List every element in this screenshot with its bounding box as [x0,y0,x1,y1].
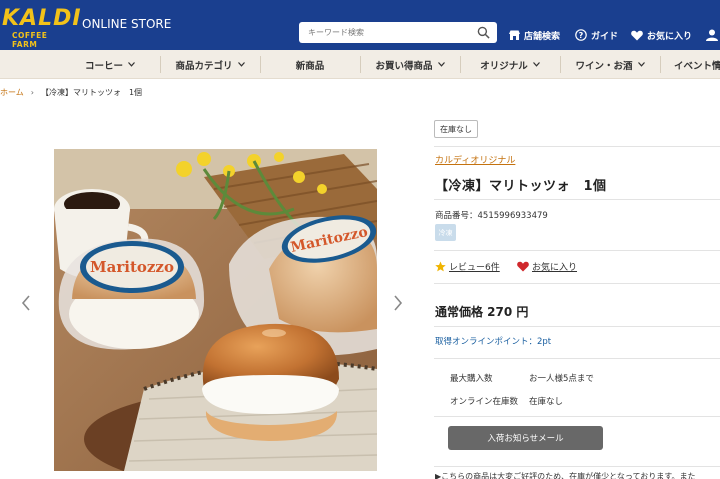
package-label-text: Maritozzo [90,258,174,276]
category-label: ワイン・お酒 [575,60,633,72]
category-wine[interactable]: ワイン・お酒 [560,50,660,79]
category-label: オリジナル [480,60,528,72]
divider [434,283,720,284]
heart-icon [517,261,529,272]
stock-status-badge: 在庫なし [434,120,478,138]
svg-text:?: ? [579,31,584,40]
product-note: ▶こちらの商品は大変ご好評のため、在庫が僅少となっております。また [435,472,696,479]
review-link[interactable]: レビュー6件 [435,260,500,273]
category-label: お買い得商品 [375,60,433,72]
divider [434,199,720,200]
product-price: 通常価格 270 円 [435,305,529,319]
divider [434,466,720,467]
breadcrumb-current: 【冷凍】マリトッツォ 1個 [40,88,143,97]
frozen-tag: 冷凍 [435,224,456,241]
divider [434,416,720,417]
store-label: ONLINE STORE [82,17,172,31]
category-label: コーヒー [84,60,123,72]
chevron-down-icon [437,62,445,67]
category-original[interactable]: オリジナル [460,50,560,79]
nav-favorites[interactable]: お気に入り [631,28,692,42]
restock-notify-button[interactable]: 入荷お知らせメール [448,426,603,450]
search-box [299,22,497,43]
category-label: イベント情 [674,60,720,72]
breadcrumb-home[interactable]: ホーム [0,87,24,98]
breadcrumb: ホーム › 【冷凍】マリトッツォ 1個 [0,87,142,98]
spec-value-online-stock: 在庫なし [529,397,564,407]
category-events[interactable]: イベント情 [660,50,720,79]
category-label: 商品カテゴリ [175,60,233,72]
nav-favorites-label: お気に入り [647,31,693,42]
product-image[interactable]: Maritozzo Maritozzo [54,149,377,471]
product-photo-illustration: Maritozzo Maritozzo [54,149,377,471]
chevron-down-icon [237,62,245,67]
favorite-label: お気に入り [532,263,578,273]
logo-subtext: COFFEE FARM [12,31,48,49]
category-nav: コーヒー 商品カテゴリ 新商品 お買い得商品 オリジナル ワイン・お酒 イベント… [0,50,720,79]
kaldi-logo[interactable]: KALDI COFFEE FARM [2,7,81,50]
nav-store-search[interactable]: 店舗検索 [509,28,560,42]
spec-label-online-stock: オンライン在庫数 [450,397,519,407]
search-icon[interactable] [477,26,490,39]
nav-guide[interactable]: ? ガイド [575,28,618,42]
chevron-down-icon [637,62,645,67]
divider [434,146,720,147]
category-label: 新商品 [295,60,325,72]
product-sku: 商品番号：4515996933479 [435,211,548,221]
breadcrumb-separator: › [30,88,34,97]
site-header: KALDI COFFEE FARM ONLINE STORE 店舗検索 ? ガイ… [0,0,720,50]
category-coffee[interactable]: コーヒー [60,50,160,79]
divider [434,250,720,251]
search-input[interactable] [308,25,468,40]
product-title: 【冷凍】マリトッツォ 1個 [435,179,607,194]
nav-guide-label: ガイド [591,31,619,42]
user-icon [706,29,718,41]
chevron-down-icon [128,62,135,67]
spec-value-max-purchase: お一人様5点まで [529,374,594,384]
store-icon [509,30,520,40]
divider [434,326,720,327]
heart-icon [631,30,643,40]
help-icon: ? [575,29,587,41]
nav-account[interactable] [706,28,720,42]
brand-link[interactable]: カルディオリジナル [435,153,515,166]
chevron-left-icon[interactable] [20,293,32,313]
favorite-link[interactable]: お気に入り [517,260,577,273]
chevron-down-icon [532,62,540,67]
category-products[interactable]: 商品カテゴリ [160,50,260,79]
divider [434,358,720,359]
star-icon [435,261,446,272]
online-points: 取得オンラインポイント：2pt [435,337,552,347]
category-deals[interactable]: お買い得商品 [360,50,460,79]
chevron-right-icon[interactable] [392,293,404,313]
category-new[interactable]: 新商品 [260,50,360,79]
review-label: レビュー6件 [449,263,500,273]
spec-label-max-purchase: 最大購入数 [450,374,493,384]
logo-text: KALDI [2,6,82,31]
nav-store-search-label: 店舗検索 [524,31,561,42]
